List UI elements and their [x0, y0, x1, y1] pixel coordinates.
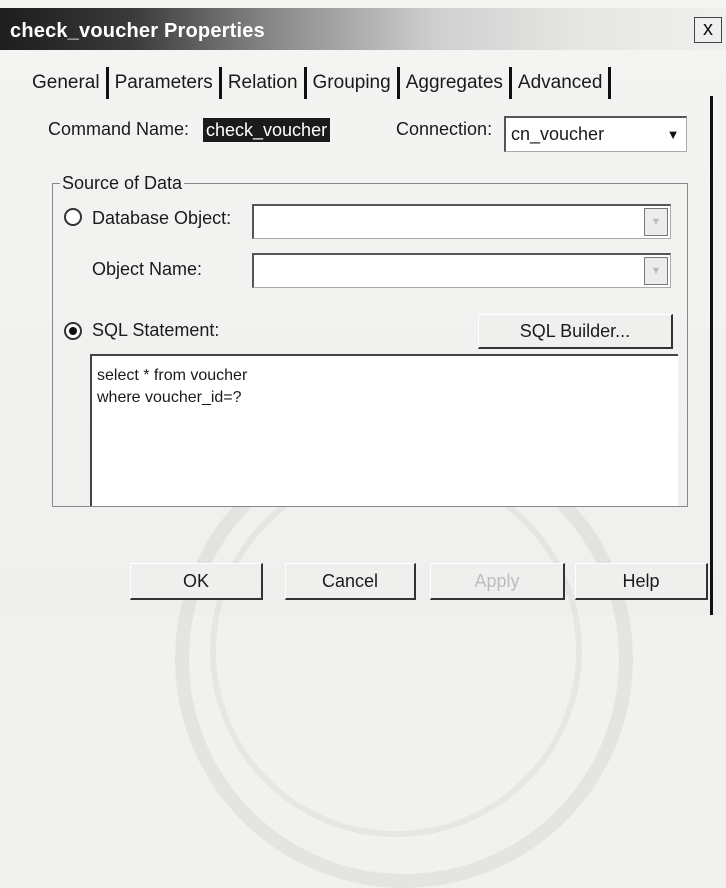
title-bar: check_voucher Properties: [0, 8, 726, 50]
sql-text: select * from voucher where voucher_id=?: [97, 367, 248, 406]
command-name-label: Command Name:: [48, 119, 190, 139]
database-object-label: Database Object:: [92, 208, 232, 228]
tab-parameters[interactable]: Parameters: [109, 67, 222, 99]
chevron-down-icon[interactable]: ▼: [644, 208, 668, 236]
tab-strip: General Parameters Relation Grouping Agg…: [32, 66, 612, 100]
sql-builder-button[interactable]: SQL Builder...: [478, 314, 673, 349]
close-button[interactable]: x: [694, 17, 722, 43]
tab-advanced[interactable]: Advanced: [512, 67, 612, 99]
command-name-field[interactable]: check_voucher: [200, 116, 376, 144]
ok-button[interactable]: OK: [130, 563, 263, 600]
chevron-down-icon[interactable]: ▼: [644, 257, 668, 285]
command-name-value: check_voucher: [203, 118, 331, 142]
apply-button[interactable]: Apply: [430, 563, 565, 600]
connection-label: Connection:: [396, 119, 493, 139]
connection-combo[interactable]: cn_voucher ▼: [504, 116, 687, 152]
tab-panel-border: [710, 96, 713, 615]
tab-general[interactable]: General: [32, 67, 109, 99]
connection-value: cn_voucher: [511, 124, 605, 144]
window-title: check_voucher Properties: [10, 20, 265, 42]
tab-grouping[interactable]: Grouping: [307, 67, 400, 99]
object-name-label: Object Name:: [92, 259, 203, 279]
chevron-down-icon[interactable]: ▼: [662, 120, 684, 149]
scan-watermark-inner: [210, 465, 582, 837]
source-of-data-label: Source of Data: [60, 173, 185, 194]
help-button[interactable]: Help: [575, 563, 708, 600]
sql-editor[interactable]: select * from voucher where voucher_id=?: [90, 354, 678, 506]
database-object-combo[interactable]: ▼: [252, 204, 671, 239]
sql-statement-label: SQL Statement:: [92, 320, 220, 340]
database-object-radio[interactable]: [64, 208, 82, 226]
tab-relation[interactable]: Relation: [222, 67, 307, 99]
tab-aggregates[interactable]: Aggregates: [400, 67, 512, 99]
cancel-button[interactable]: Cancel: [285, 563, 416, 600]
object-name-combo[interactable]: ▼: [252, 253, 671, 288]
sql-statement-radio[interactable]: [64, 322, 82, 340]
